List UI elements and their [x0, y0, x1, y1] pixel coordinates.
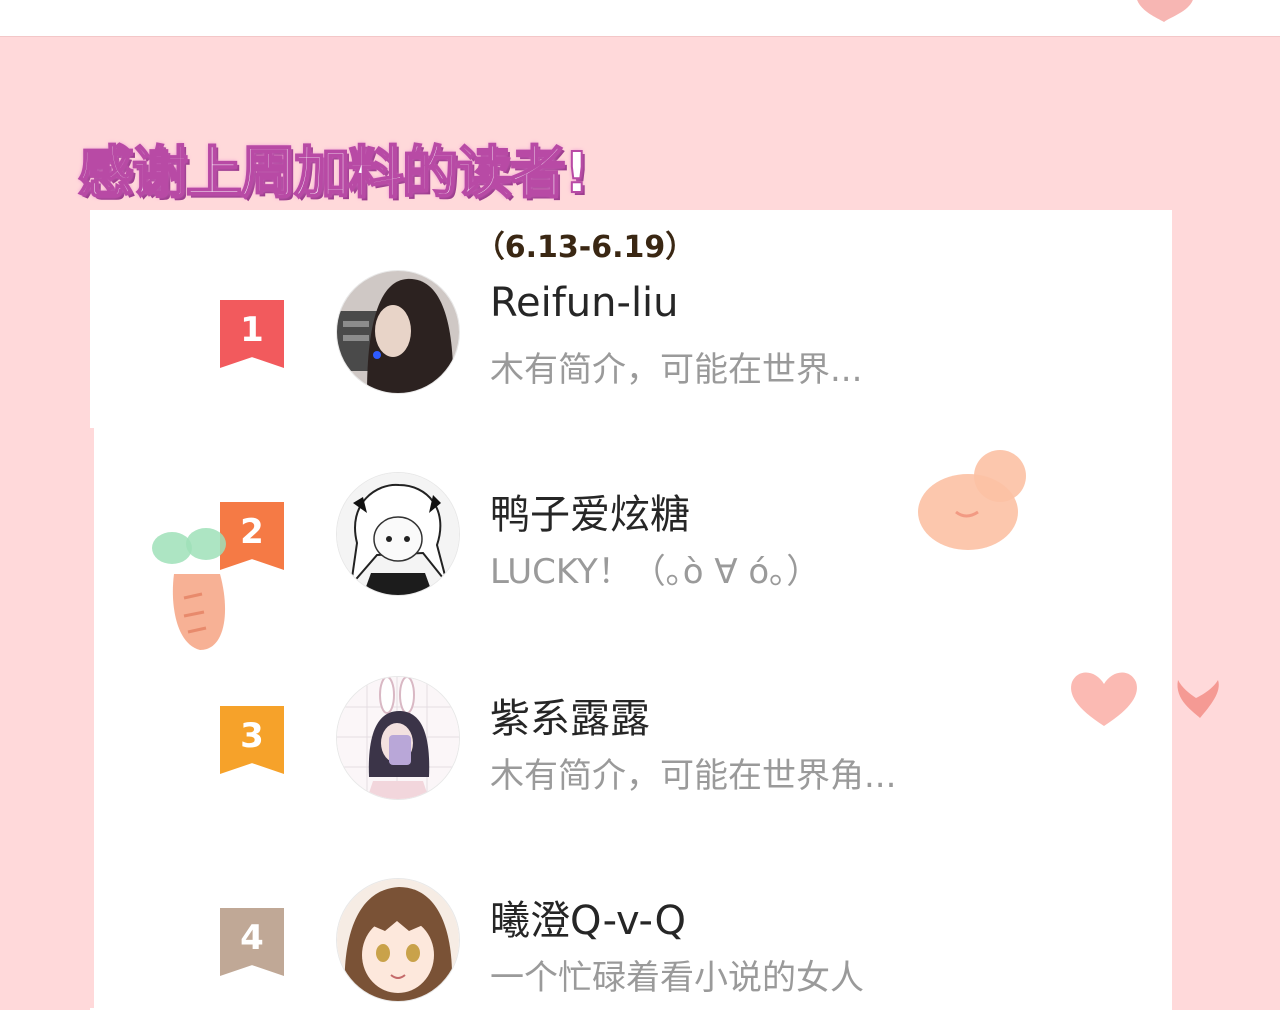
- avatar[interactable]: [336, 676, 460, 800]
- avatar[interactable]: [336, 878, 460, 1002]
- avatar[interactable]: [336, 270, 460, 394]
- rank-badge: 4: [220, 908, 284, 976]
- sprout-decoration: [150, 524, 236, 660]
- date-range: （6.13-6.19）: [474, 230, 696, 265]
- heart-decoration-top: [1128, 0, 1202, 32]
- reader-row-1[interactable]: 1 Reifun-liu 木有简介，可能在世界...: [0, 270, 1280, 400]
- reader-name: Reifun-liu: [490, 280, 679, 326]
- reader-name: 曦澄Q-v-Q: [490, 898, 686, 944]
- rank-badge: 3: [220, 706, 284, 774]
- reader-bio: 木有简介，可能在世界...: [490, 350, 863, 390]
- page-title: 感谢上周加料的读者!: [77, 140, 591, 207]
- reader-row-4[interactable]: 4 曦澄Q-v-Q 一个忙碌着看小说的女人: [0, 878, 1280, 1008]
- rank-number: 3: [240, 716, 264, 756]
- reader-bio: 一个忙碌着看小说的女人: [490, 958, 864, 998]
- rank-number: 2: [240, 512, 264, 552]
- rank-badge: 1: [220, 300, 284, 368]
- heart-decoration-right: [1170, 676, 1224, 724]
- rank-number: 1: [240, 310, 264, 350]
- reader-bio: LUCKY！（｡ò ∀ ó｡）: [490, 552, 821, 592]
- avatar[interactable]: [336, 472, 460, 596]
- top-strip: [0, 0, 1280, 37]
- paw-decoration: [916, 446, 1034, 560]
- heart-decoration-left: [1066, 668, 1142, 734]
- reader-name: 鸭子爱炫糖: [490, 492, 690, 538]
- reader-name: 紫系露露: [490, 696, 650, 742]
- rank-number: 4: [240, 918, 264, 958]
- reader-bio: 木有简介，可能在世界角...: [490, 756, 897, 796]
